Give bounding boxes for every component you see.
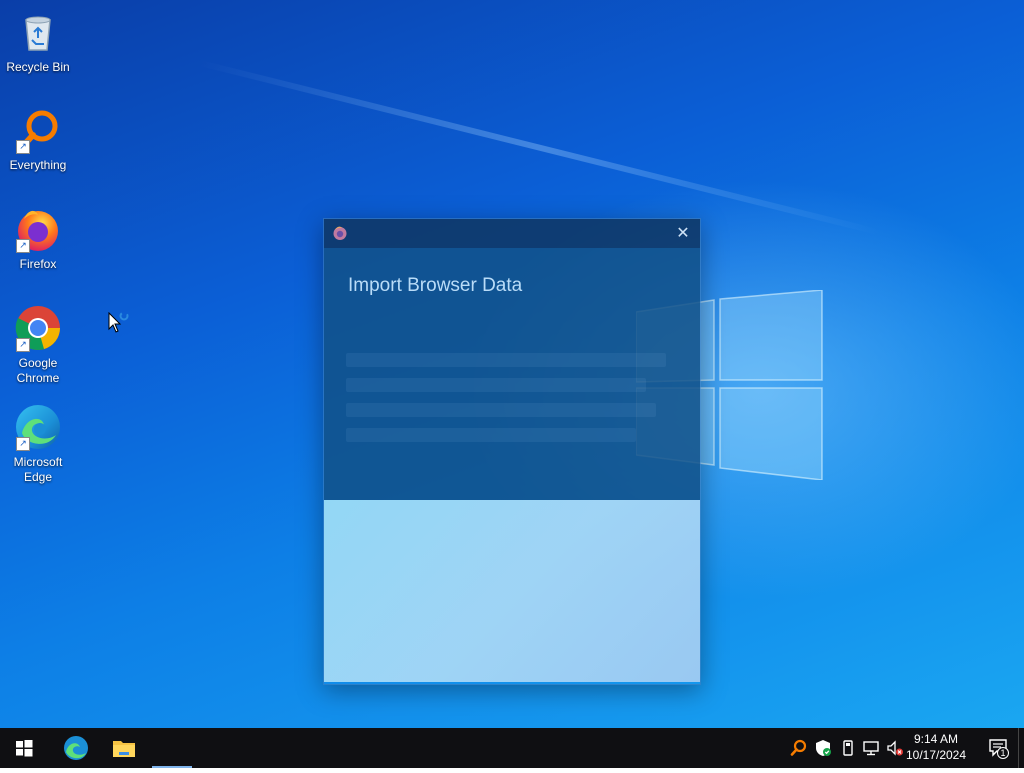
light-beam: [199, 60, 880, 236]
desktop-icon-firefox[interactable]: ↗ Firefox: [0, 205, 76, 272]
desktop-icon-label: Firefox: [19, 257, 57, 271]
dialog-titlebar[interactable]: ✕: [324, 219, 700, 248]
volume-muted-icon[interactable]: [885, 738, 905, 758]
dialog-title: Import Browser Data: [348, 275, 523, 296]
loading-placeholder-row: [346, 353, 666, 367]
file-explorer-icon: [113, 741, 135, 757]
desktop: Recycle Bin ↗ Everything ↗ Firefox ↗ Goo…: [0, 0, 1024, 728]
desktop-icon-recycle-bin[interactable]: Recycle Bin: [0, 8, 76, 75]
windows-security-icon[interactable]: [813, 738, 833, 758]
action-center-button[interactable]: 1: [988, 736, 1010, 760]
start-button[interactable]: [0, 728, 48, 768]
system-clock[interactable]: 9:14 AM 10/17/2024: [904, 731, 968, 763]
notification-icon: [989, 739, 1009, 759]
everything-icon[interactable]: [788, 738, 808, 758]
desktop-icon-microsoft-edge[interactable]: ↗ Microsoft Edge: [0, 403, 76, 485]
import-browser-data-dialog: ✕ Import Browser Data: [323, 218, 701, 685]
notification-count-badge: 1: [1000, 748, 1006, 758]
edge-icon: [64, 736, 88, 760]
windows-start-icon: [16, 740, 33, 757]
shortcut-arrow-icon: ↗: [16, 239, 30, 253]
desktop-icon-google-chrome[interactable]: ↗ Google Chrome: [0, 304, 76, 386]
close-button[interactable]: ✕: [672, 223, 694, 245]
loading-placeholder-row: [346, 403, 656, 417]
shortcut-arrow-icon: ↗: [16, 140, 30, 154]
clock-date: 10/17/2024: [905, 748, 967, 762]
taskbar-edge-button[interactable]: [52, 728, 100, 768]
network-icon[interactable]: [861, 738, 881, 758]
shortcut-arrow-icon: ↗: [16, 437, 30, 451]
dialog-header-panel: Import Browser Data: [324, 248, 700, 500]
shortcut-arrow-icon: ↗: [16, 338, 30, 352]
clock-time: 9:14 AM: [913, 732, 959, 746]
firefox-icon: [333, 226, 347, 240]
loading-placeholder-row: [346, 378, 646, 392]
taskbar-file-explorer-button[interactable]: [100, 728, 148, 768]
desktop-icon-label: Google Chrome: [16, 356, 60, 385]
desktop-icon-label: Microsoft Edge: [13, 455, 63, 484]
loading-placeholder-row: [346, 428, 636, 442]
desktop-icon-label: Recycle Bin: [6, 60, 70, 74]
usb-device-icon[interactable]: [838, 738, 858, 758]
recycle-bin-icon: [25, 16, 51, 51]
taskbar: 9:14 AM 10/17/2024 1: [0, 728, 1024, 768]
show-desktop-button[interactable]: [1018, 728, 1024, 768]
desktop-icon-label: Everything: [9, 158, 67, 172]
mouse-cursor-busy-icon: [108, 312, 129, 333]
dialog-content-panel: [324, 500, 700, 682]
desktop-icon-everything[interactable]: ↗ Everything: [0, 106, 76, 173]
